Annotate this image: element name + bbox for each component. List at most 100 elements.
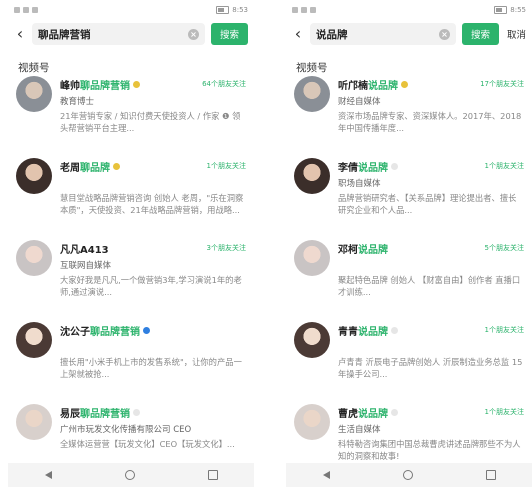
account-name[interactable]: 曹虎说品牌	[338, 405, 398, 420]
name-prefix: 老周	[60, 162, 80, 174]
search-query: 聊品牌营销	[38, 28, 91, 41]
avatar[interactable]	[16, 76, 52, 112]
item-header: 沈公子聊品牌营销	[60, 322, 246, 338]
item-header: 老周聊品牌 1个朋友关注	[60, 158, 246, 174]
battery-icon	[494, 6, 508, 14]
account-description: 全媒体运营营【玩发文化】CEO【玩发文化】...	[60, 439, 235, 449]
name-highlight: 聊品牌营销	[80, 408, 130, 420]
notification-icon	[32, 7, 38, 13]
account-name[interactable]: 邓柯说品牌	[338, 241, 388, 256]
result-list: 听邝楠说品牌 17个朋友关注 财经自媒体 资深市场品牌专家、资深媒体人。2017年、2…	[286, 70, 532, 480]
account-category	[60, 341, 246, 352]
list-item[interactable]: 邓柯说品牌 5个朋友关注 聚起特色品牌 创始人 【财富自由】创作者 直播口才训练..…	[294, 234, 524, 316]
name-highlight: 聊品牌营销	[80, 80, 130, 92]
item-content: 邓柯说品牌 5个朋友关注 聚起特色品牌 创始人 【财富自由】创作者 直播口才训练..…	[338, 240, 524, 316]
avatar[interactable]	[16, 158, 52, 194]
name-prefix: 凡凡A413	[60, 244, 109, 256]
friends-follow-count: 17个朋友关注	[480, 80, 524, 88]
avatar[interactable]	[294, 404, 330, 440]
account-name[interactable]: 峰帅聊品牌营销	[60, 77, 140, 92]
item-content: 听邝楠说品牌 17个朋友关注 财经自媒体 资深市场品牌专家、资深媒体人。2017年、2…	[338, 76, 524, 152]
nav-recents-icon[interactable]	[207, 470, 218, 480]
list-item[interactable]: 李倩说品牌 1个朋友关注 职场自媒体 品牌营销研究者、【关系品牌】理论提出者、擅长研究…	[294, 152, 524, 234]
name-prefix: 李倩	[338, 162, 358, 174]
friends-follow-count: 64个朋友关注	[202, 80, 246, 88]
back-arrow-icon[interactable]: ‹	[14, 26, 26, 42]
account-description: 资深市场品牌专家、资深媒体人。2017年、2018年中国传播年度...	[338, 111, 522, 133]
system-nav-bar	[8, 463, 254, 487]
clear-icon[interactable]: ×	[187, 28, 199, 40]
name-prefix: 邓柯	[338, 244, 358, 256]
search-input[interactable]: 聊品牌营销 ×	[32, 23, 205, 45]
name-highlight: 聊品牌营销	[90, 326, 140, 338]
list-item[interactable]: 老周聊品牌 1个朋友关注慧目堂战略品牌营销咨询 创始人 老周，"乐在洞察本质"，天…	[16, 152, 246, 234]
cancel-button[interactable]: 取消	[505, 27, 526, 41]
system-nav-bar	[286, 463, 532, 487]
name-prefix: 青青	[338, 326, 358, 338]
nav-recents-icon[interactable]	[485, 470, 496, 480]
account-category: 互联网自媒体	[60, 261, 112, 271]
verified-badge-icon	[391, 326, 398, 334]
account-category: 广州市玩发文化传播有限公司 CEO	[60, 425, 192, 435]
friends-follow-count: 1个朋友关注	[484, 326, 524, 334]
name-highlight: 说品牌	[358, 244, 388, 256]
verified-badge-icon	[143, 326, 150, 334]
avatar[interactable]	[294, 240, 330, 276]
avatar[interactable]	[294, 322, 330, 358]
notification-icon	[14, 7, 20, 13]
search-input[interactable]: 说品牌 ×	[310, 23, 456, 45]
item-content: 沈公子聊品牌营销擅长用"小米手机上市的发售系统"，让你的产品一上架就被抢...	[60, 322, 246, 398]
clear-icon[interactable]: ×	[438, 28, 450, 40]
list-item[interactable]: 青青说品牌 1个朋友关注卢青青 沂辰电子品牌创始人 沂辰制造业务总监 15年操手公…	[294, 316, 524, 398]
item-content: 凡凡A413 3个朋友关注 互联网自媒体 大家好我是凡凡,一个做营销3年,学习演说1年…	[60, 240, 246, 316]
name-highlight: 说品牌	[358, 326, 388, 338]
account-name[interactable]: 听邝楠说品牌	[338, 77, 408, 92]
list-item[interactable]: 凡凡A413 3个朋友关注 互联网自媒体 大家好我是凡凡,一个做营销3年,学习演说1年…	[16, 234, 246, 316]
account-description: 擅长用"小米手机上市的发售系统"，让你的产品一上架就被抢...	[60, 357, 242, 379]
nav-back-icon[interactable]	[44, 471, 52, 479]
right-phone-screen: 8:55 ‹ 说品牌 × 搜索 取消 视频号 听邝楠说品牌 17个朋友关注 财经自媒…	[286, 0, 532, 487]
list-item[interactable]: 沈公子聊品牌营销擅长用"小米手机上市的发售系统"，让你的产品一上架就被抢...	[16, 316, 246, 398]
account-name[interactable]: 沈公子聊品牌营销	[60, 323, 150, 338]
search-button[interactable]: 搜索	[210, 23, 248, 45]
name-highlight: 说品牌	[358, 408, 388, 420]
notification-icon	[310, 7, 316, 13]
item-header: 听邝楠说品牌 17个朋友关注	[338, 76, 524, 92]
account-name[interactable]: 李倩说品牌	[338, 159, 398, 174]
avatar[interactable]	[294, 158, 330, 194]
nav-back-icon[interactable]	[322, 471, 330, 479]
avatar[interactable]	[16, 240, 52, 276]
account-name[interactable]: 青青说品牌	[338, 323, 398, 338]
status-time: 8:53	[232, 6, 248, 14]
friends-follow-count: 1个朋友关注	[206, 162, 246, 170]
verified-badge-icon	[391, 408, 398, 416]
verified-badge-icon	[133, 408, 140, 416]
account-name[interactable]: 老周聊品牌	[60, 159, 120, 174]
account-category: 教育博士	[60, 97, 95, 107]
back-arrow-icon[interactable]: ‹	[292, 26, 304, 42]
item-header: 曹虎说品牌 1个朋友关注	[338, 404, 524, 420]
nav-home-icon[interactable]	[402, 470, 413, 480]
account-description: 卢青青 沂辰电子品牌创始人 沂辰制造业务总监 15年操手公司...	[338, 357, 523, 379]
status-time: 8:55	[510, 6, 526, 14]
friends-follow-count: 1个朋友关注	[484, 408, 524, 416]
friends-follow-count: 3个朋友关注	[206, 244, 246, 252]
friends-follow-count: 1个朋友关注	[484, 162, 524, 170]
nav-home-icon[interactable]	[124, 470, 135, 480]
search-query: 说品牌	[316, 28, 348, 41]
verified-badge-icon	[133, 80, 140, 88]
account-name[interactable]: 凡凡A413	[60, 241, 109, 256]
list-item[interactable]: 峰帅聊品牌营销 64个朋友关注 教育博士 21年营销专家 / 知识付费天使投资人 / …	[16, 70, 246, 152]
avatar[interactable]	[16, 404, 52, 440]
account-description: 慧目堂战略品牌营销咨询 创始人 老周，"乐在洞察本质"，天使投资、21年战略品牌…	[60, 193, 244, 215]
account-name[interactable]: 易辰聊品牌营销	[60, 405, 140, 420]
list-item[interactable]: 听邝楠说品牌 17个朋友关注 财经自媒体 资深市场品牌专家、资深媒体人。2017年、2…	[294, 70, 524, 152]
search-bar: ‹ 聊品牌营销 × 搜索	[8, 20, 254, 48]
search-button[interactable]: 搜索	[461, 23, 499, 45]
notification-icon	[23, 7, 29, 13]
avatar[interactable]	[16, 322, 52, 358]
avatar[interactable]	[294, 76, 330, 112]
item-content: 青青说品牌 1个朋友关注卢青青 沂辰电子品牌创始人 沂辰制造业务总监 15年操手公…	[338, 322, 524, 398]
search-bar: ‹ 说品牌 × 搜索 取消	[286, 20, 532, 48]
item-header: 李倩说品牌 1个朋友关注	[338, 158, 524, 174]
